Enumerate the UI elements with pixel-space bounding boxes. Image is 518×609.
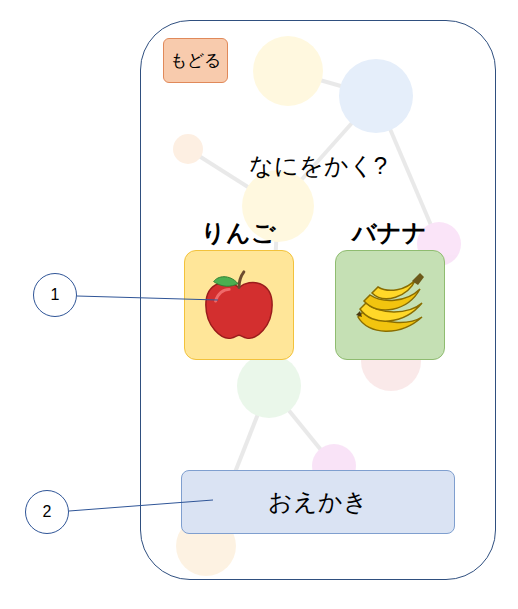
choice-card[interactable] (335, 250, 445, 360)
choice-list: りんご バナナ (184, 217, 453, 360)
annotation-marker: 1 (33, 273, 77, 317)
screen-content: もどるなにをかく? りんご バナナおえかき (141, 21, 495, 534)
choice-label: バナナ (352, 217, 427, 249)
phone-frame: もどるなにをかく? りんご バナナおえかき (140, 20, 496, 580)
choice-label: りんご (201, 217, 276, 249)
draw-button[interactable]: おえかき (181, 470, 455, 534)
back-button[interactable]: もどる (163, 38, 228, 83)
apple-icon (200, 266, 278, 344)
callout-lines-icon (0, 0, 518, 609)
choice[interactable]: りんご (184, 217, 294, 360)
choice[interactable]: バナナ (335, 217, 445, 360)
page: もどるなにをかく? りんご バナナおえかき 1 2 (0, 0, 518, 609)
annotation-marker: 2 (25, 490, 69, 534)
choice-card[interactable] (184, 250, 294, 360)
banana-icon (350, 265, 430, 345)
title: なにをかく? (249, 150, 387, 182)
